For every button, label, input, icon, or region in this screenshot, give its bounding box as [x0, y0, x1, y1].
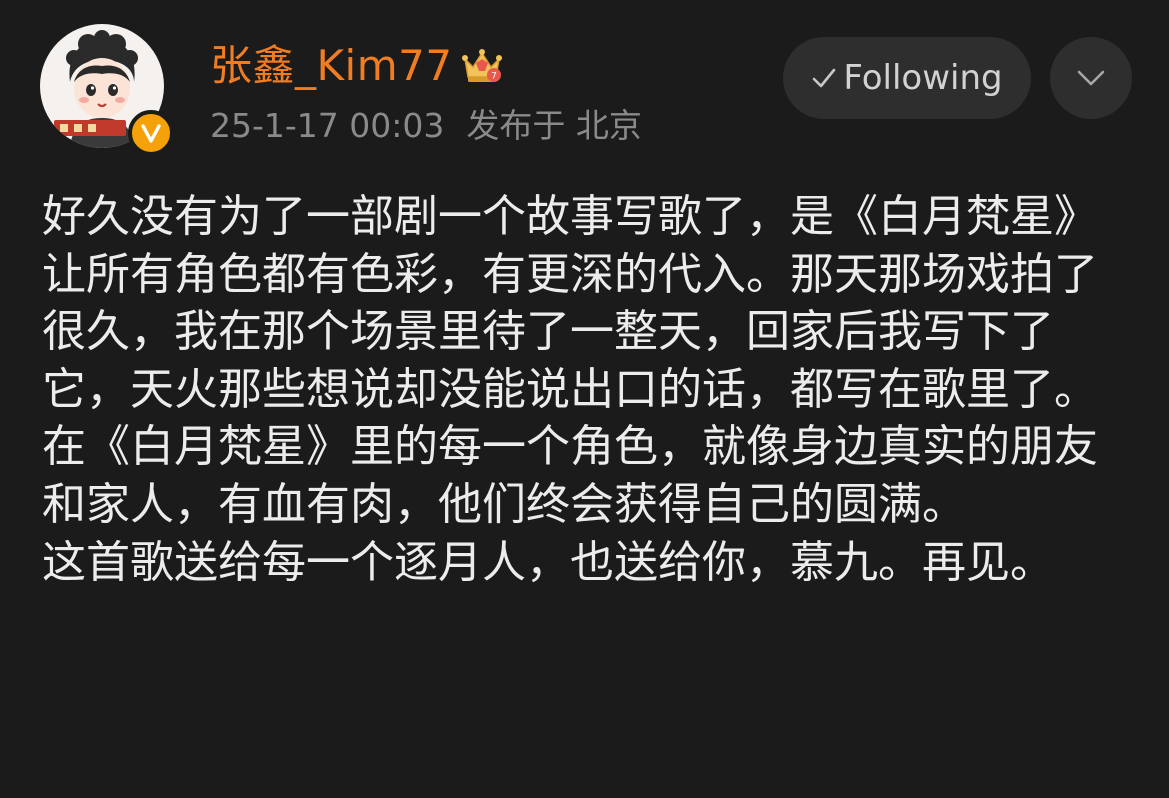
post-location: 发布于 北京	[466, 106, 642, 145]
author-row: 张鑫_Kim77 7	[210, 38, 503, 94]
author-name[interactable]: 张鑫_Kim77	[210, 38, 453, 94]
following-button[interactable]: Following	[783, 37, 1031, 119]
following-label: Following	[843, 58, 1003, 98]
crown-icon[interactable]: 7	[461, 47, 503, 85]
post-timestamp: 25-1-17 00:03	[210, 106, 445, 145]
weibo-post: 张鑫_Kim77 7 25-1-17 00:03 发布于 北京 Following…	[0, 0, 1169, 798]
more-options-button[interactable]	[1050, 37, 1132, 119]
post-meta: 25-1-17 00:03 发布于 北京	[210, 104, 642, 148]
chevron-down-icon	[1077, 70, 1105, 86]
author-avatar[interactable]	[40, 24, 174, 156]
svg-text:7: 7	[491, 72, 497, 82]
checkmark-icon	[813, 68, 836, 88]
post-content: 好久没有为了一部剧一个故事写歌了，是《白月梵星》让所有角色都有色彩，有更深的代入…	[42, 191, 1098, 588]
verified-v-icon	[128, 110, 174, 156]
